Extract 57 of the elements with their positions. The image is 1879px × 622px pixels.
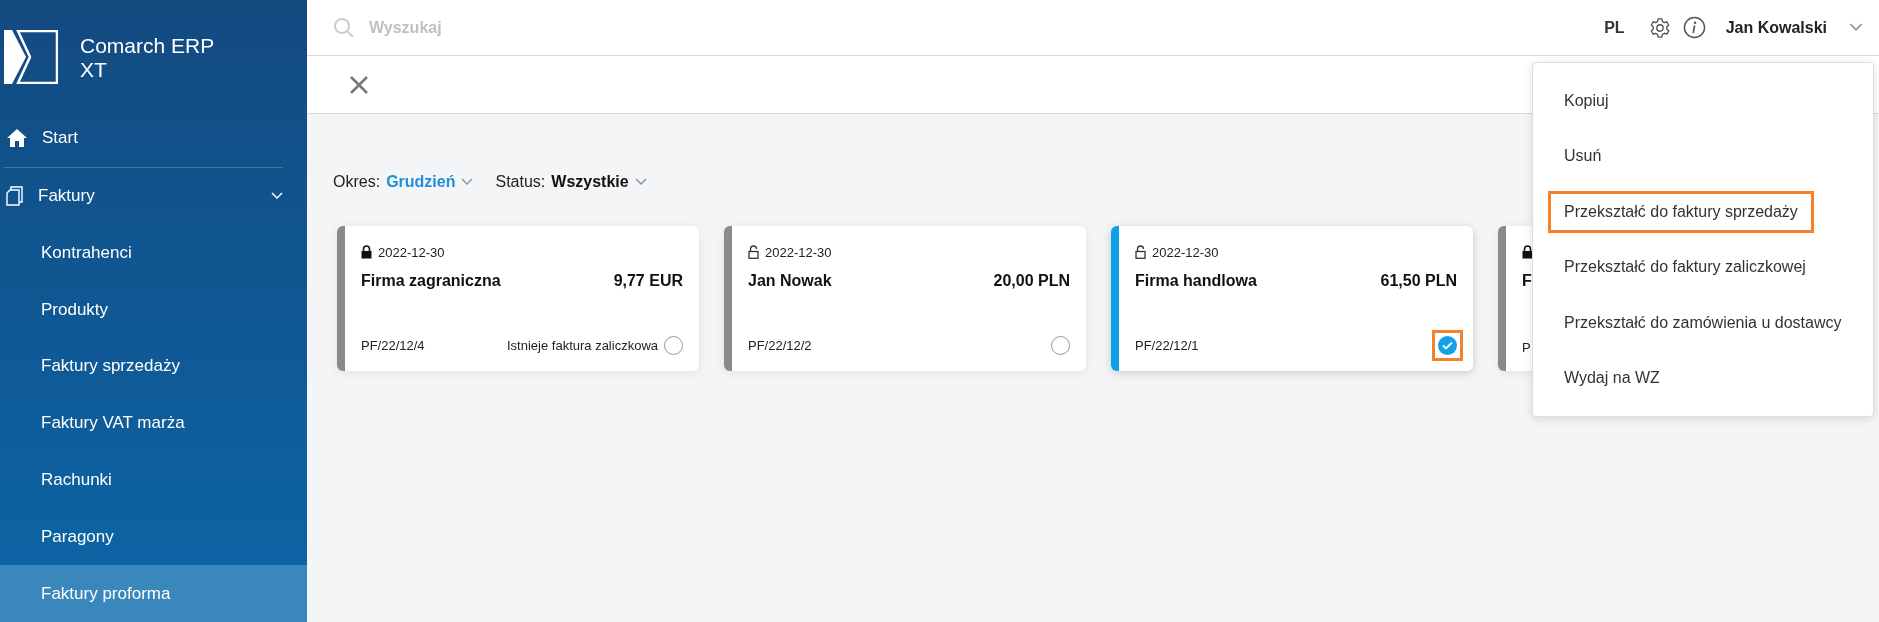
invoice-card[interactable]: 2022-12-30 Jan Nowak 20,00 PLN PF/22/12/2 [724, 226, 1086, 371]
sidebar-item[interactable]: Faktury [0, 167, 307, 225]
invoice-date: 2022-12-30 [1152, 244, 1219, 260]
user-name[interactable]: Jan Kowalski [1725, 18, 1827, 37]
customer-name: Firma handlowa [1135, 272, 1257, 290]
invoice-card[interactable]: 2022-12-30 Firma zagraniczna 9,77 EUR PF/22/12/4 Istnieje faktura zaliczkowa [337, 226, 699, 371]
select-checkbox[interactable] [1438, 336, 1457, 355]
chevron-down-icon [634, 178, 647, 186]
padlock-closed-icon [1522, 245, 1533, 259]
select-checkbox[interactable] [1051, 336, 1070, 355]
customer-name: F [1522, 272, 1532, 290]
sidebar-item[interactable]: Kontrahenci [0, 224, 307, 282]
sidebar-item[interactable]: Rachunki [0, 451, 307, 509]
padlock-open-icon [1135, 245, 1146, 259]
language-selector[interactable]: PL [1604, 18, 1625, 37]
checkmark-icon [1442, 341, 1453, 350]
invoice-number: PF/22/12/2 [748, 338, 812, 353]
sidebar-item[interactable]: Produkty [0, 281, 307, 338]
select-checkbox[interactable] [664, 336, 683, 355]
sidebar-item[interactable]: Faktury proforma [0, 565, 307, 622]
menu-item[interactable]: Kopiuj [1548, 79, 1625, 122]
invoice-amount: 61,50 PLN [1380, 272, 1457, 290]
invoice-amount: 20,00 PLN [993, 272, 1070, 290]
chevron-down-icon [461, 178, 474, 186]
app-name: Comarch ERP XT [80, 34, 215, 82]
customer-name: Firma zagraniczna [361, 272, 501, 290]
sidebar-item[interactable]: Paragony [0, 508, 307, 566]
invoice-number: P [1522, 340, 1531, 355]
settings-icon[interactable] [1648, 16, 1671, 39]
home-icon [6, 128, 28, 149]
invoice-number: PF/22/12/1 [1135, 338, 1199, 353]
documents-icon [6, 185, 24, 206]
invoice-card[interactable]: 2022-12-30 Firma handlowa 61,50 PLN PF/22/12/1 [1111, 226, 1473, 371]
menu-item[interactable]: Przekształć do faktury sprzedaży [1548, 190, 1814, 233]
filter-dropdown[interactable]: Okres: Grudzień [333, 173, 474, 191]
menu-item[interactable]: Usuń [1548, 135, 1618, 178]
invoice-date: 2022-12-30 [378, 244, 445, 260]
info-icon[interactable] [1682, 16, 1706, 39]
chevron-down-icon [271, 191, 283, 200]
sidebar-item[interactable]: Faktury VAT marża [0, 394, 307, 452]
menu-item[interactable]: Przekształć do faktury zaliczkowej [1548, 246, 1822, 289]
sidebar-item[interactable]: Faktury sprzedaży [0, 338, 307, 395]
invoice-number: PF/22/12/4 [361, 338, 425, 353]
menu-item[interactable]: Przekształć do zamówienia u dostawcy [1548, 301, 1858, 344]
menu-item[interactable]: Wydaj na WZ [1548, 357, 1676, 400]
customer-name: Jan Nowak [748, 272, 832, 290]
invoice-date: 2022-12-30 [765, 244, 832, 260]
close-icon[interactable] [349, 74, 369, 95]
search-icon [333, 16, 355, 39]
padlock-closed-icon [361, 245, 372, 259]
user-menu-chevron-icon[interactable] [1849, 23, 1863, 32]
logo-icon [4, 30, 58, 84]
invoice-note: Istnieje faktura zaliczkowa [507, 338, 658, 353]
invoice-amount: 9,77 EUR [613, 272, 683, 290]
sidebar-item[interactable]: Start [0, 109, 307, 167]
filter-dropdown[interactable]: Status: Wszystkie [495, 173, 647, 191]
padlock-open-icon [748, 245, 759, 259]
